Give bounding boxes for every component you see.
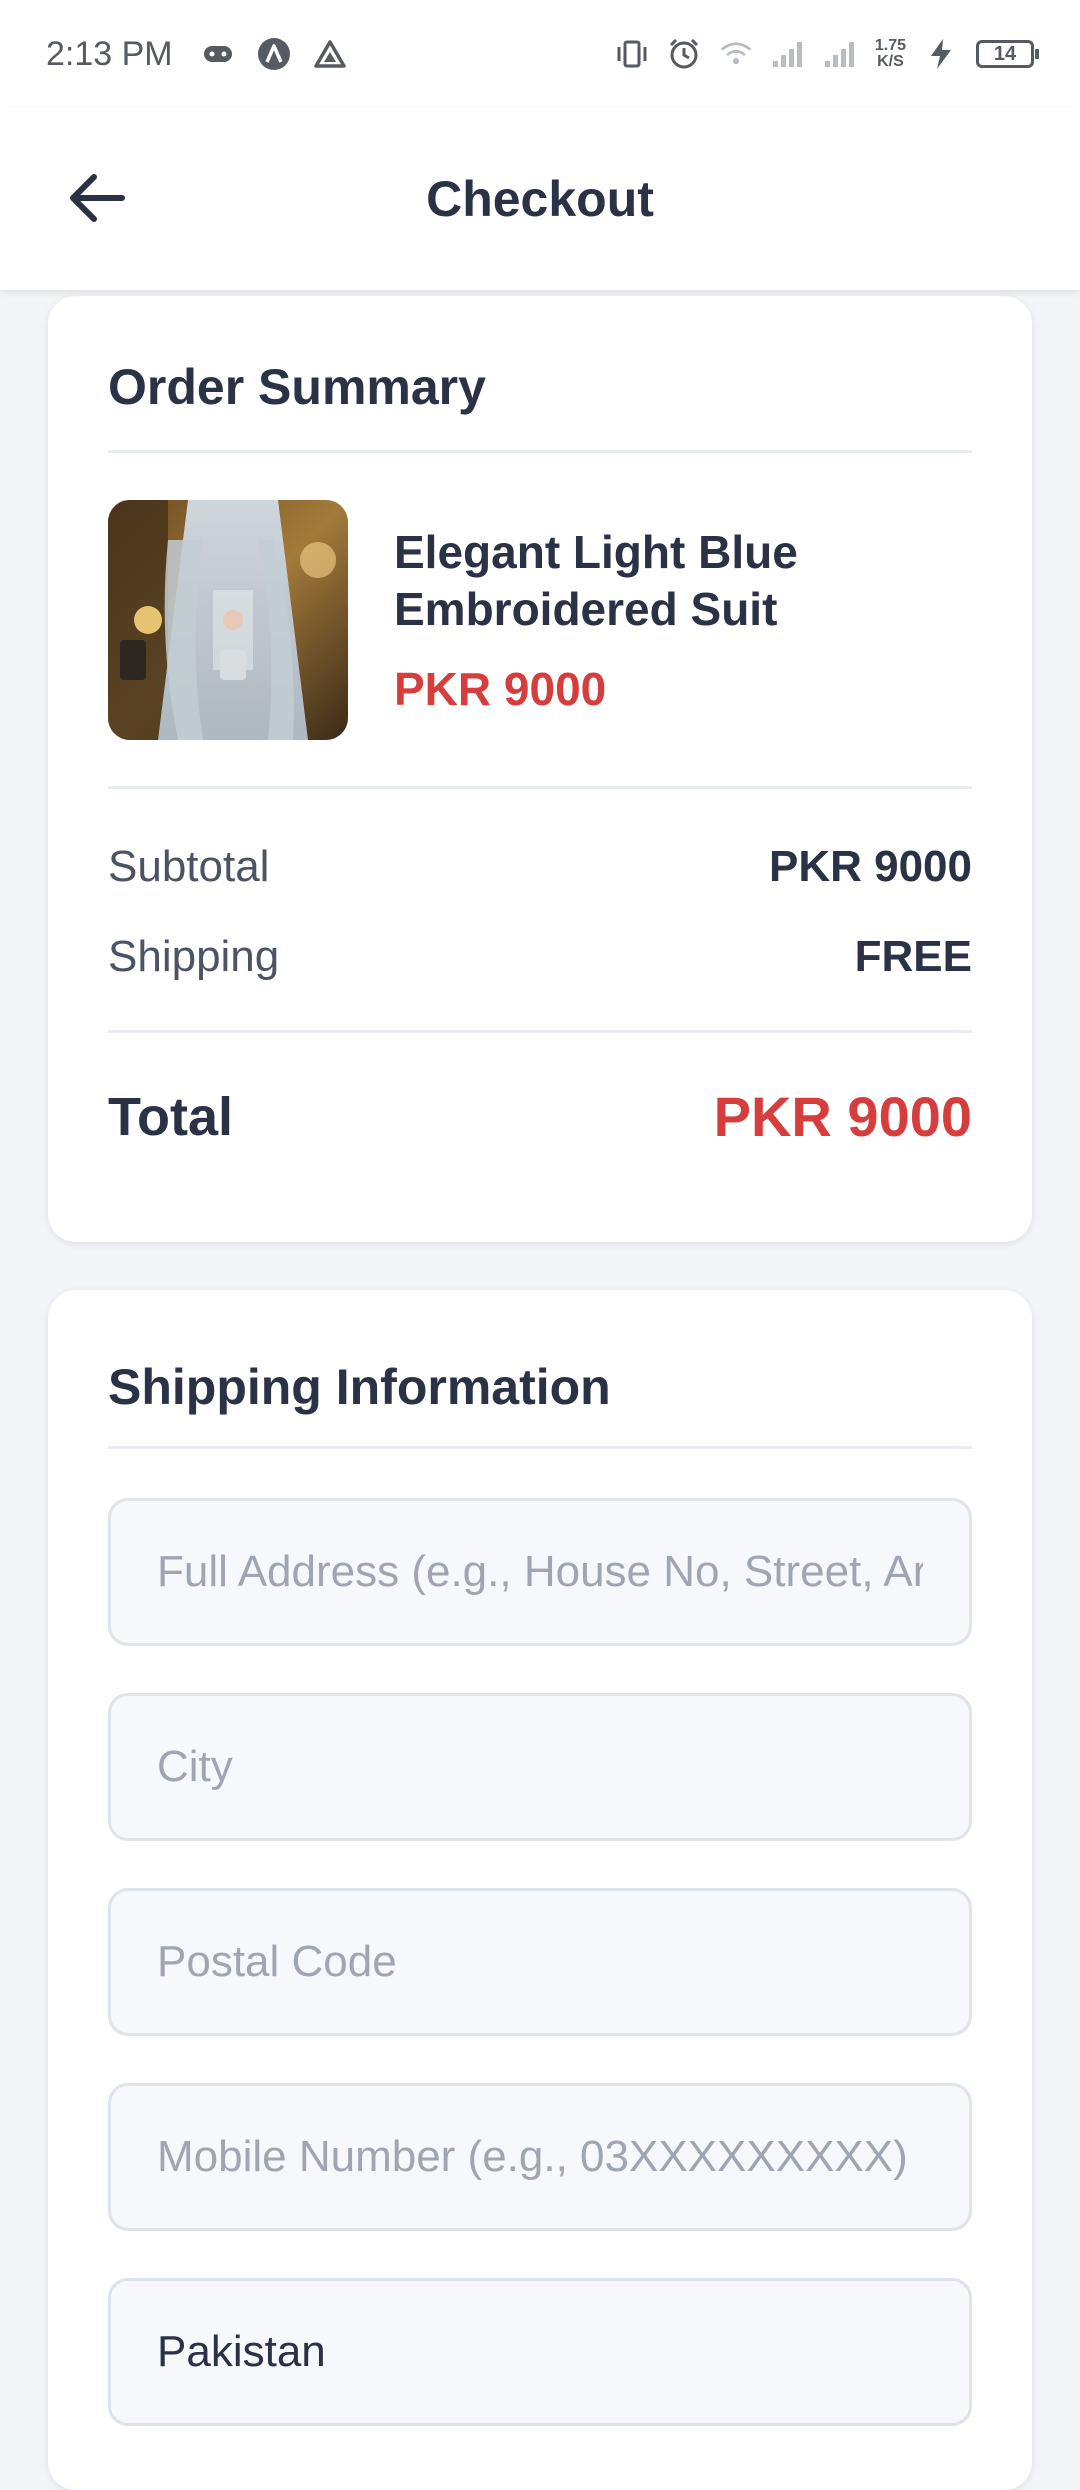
signal-icon <box>771 37 805 71</box>
product-image <box>108 500 348 740</box>
status-bar: 2:13 PM 1.75 K/S 14 <box>0 0 1080 108</box>
product-name: Elegant Light Blue Embroidered Suit <box>394 526 798 635</box>
shipping-value: FREE <box>854 932 972 981</box>
shipping-label: Shipping <box>108 932 280 981</box>
mobile-number-input[interactable] <box>108 2083 972 2231</box>
page-title: Checkout <box>426 171 654 227</box>
status-system-icons: 1.75 K/S 14 <box>615 37 1039 71</box>
total-label: Total <box>108 1087 233 1147</box>
network-speed: 1.75 K/S <box>875 38 906 70</box>
country-value: Pakistan <box>157 2327 326 2376</box>
subtotal-label: Subtotal <box>108 842 270 891</box>
divider <box>108 450 972 453</box>
order-summary-title: Order Summary <box>108 359 486 415</box>
total-value: PKR 9000 <box>713 1085 972 1148</box>
subtotal-value: PKR 9000 <box>768 842 972 891</box>
status-notification-icons <box>201 37 347 71</box>
status-time: 2:13 PM <box>46 34 173 73</box>
postal-code-input[interactable] <box>108 1888 972 2036</box>
charging-bolt-icon <box>924 37 958 71</box>
divider <box>108 786 972 789</box>
app-header: Checkout <box>0 108 1080 290</box>
city-input[interactable] <box>108 1693 972 1841</box>
wifi-icon <box>719 37 753 71</box>
country-field[interactable]: Pakistan <box>108 2278 972 2426</box>
battery-indicator: 14 <box>976 40 1039 68</box>
network-speed-value: 1.75 <box>874 37 906 54</box>
drive-triangle-icon <box>313 37 347 71</box>
shipping-information-card: Shipping Information Pakistan <box>48 1290 1032 2490</box>
divider <box>108 1030 972 1033</box>
vibrate-icon <box>615 37 649 71</box>
product-price: PKR 9000 <box>394 663 607 715</box>
app-a-icon <box>257 37 291 71</box>
battery-level: 14 <box>993 42 1017 65</box>
signal-icon <box>823 37 857 71</box>
network-speed-unit: K/S <box>877 53 904 70</box>
alarm-icon <box>667 37 701 71</box>
divider <box>108 1446 972 1449</box>
game-controller-icon <box>201 37 235 71</box>
shipping-information-title: Shipping Information <box>108 1359 611 1415</box>
order-summary-card: Order Summary Elegant Light Blue Embroid… <box>48 296 1032 1242</box>
address-input[interactable] <box>108 1498 972 1646</box>
